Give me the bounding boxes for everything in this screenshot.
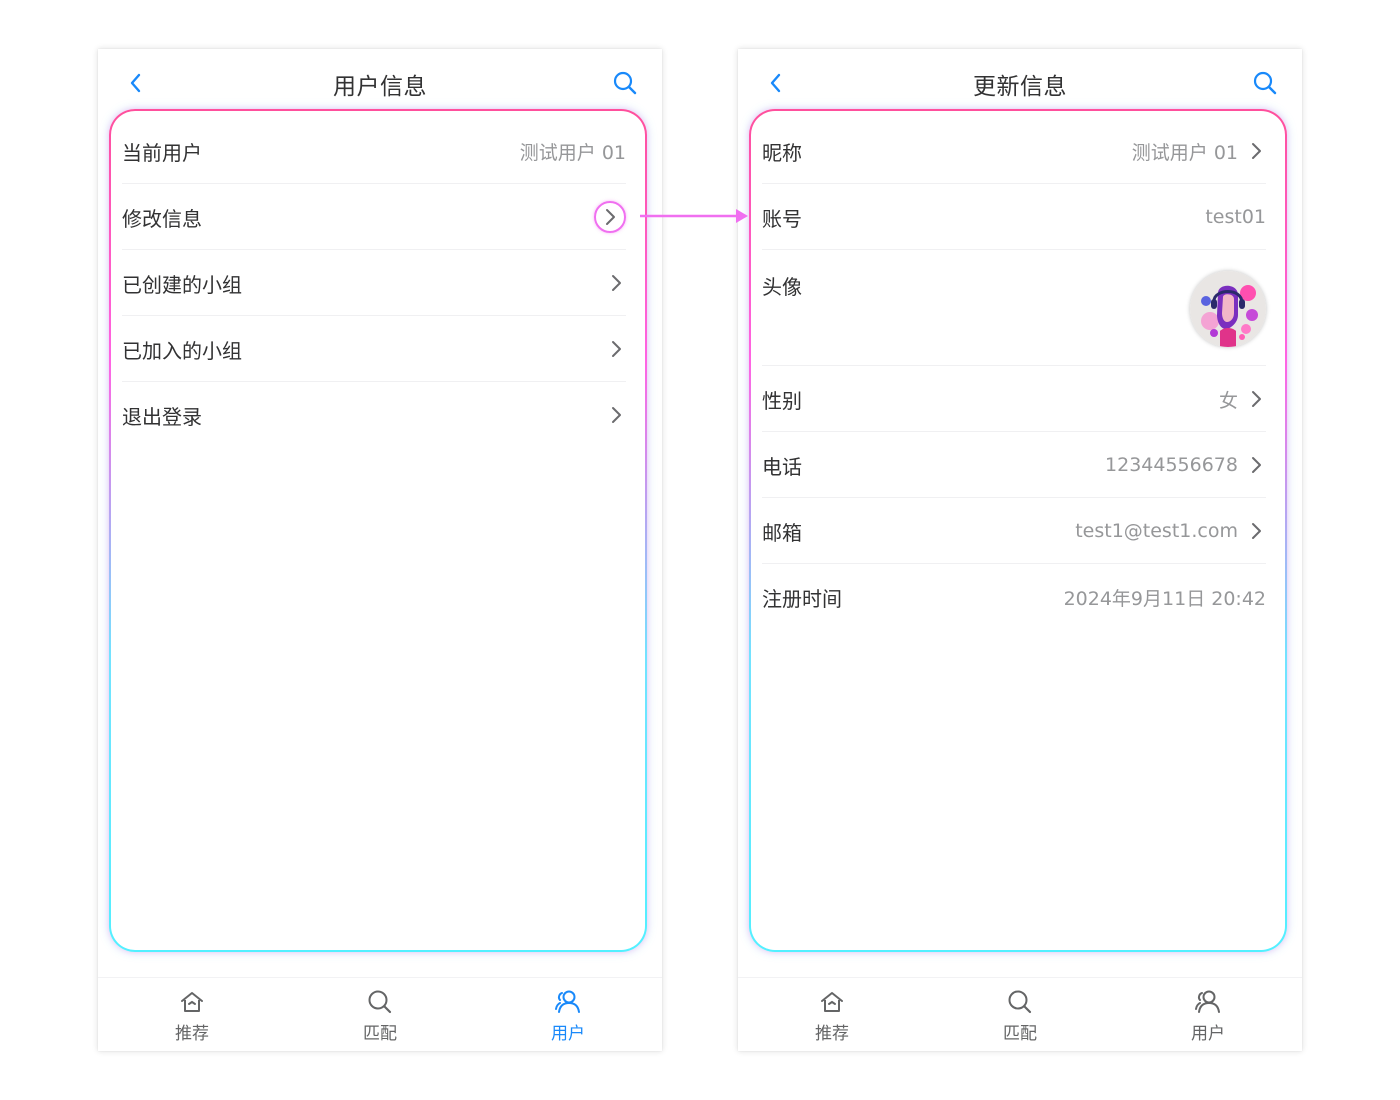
tab-label: 匹配	[1003, 1024, 1037, 1044]
cell-label: 退出登录	[122, 404, 202, 429]
tab-recommend[interactable]: 推荐	[98, 978, 286, 1051]
cell-label: 头像	[762, 275, 802, 299]
page-title: 用户信息	[333, 74, 427, 100]
update-info-screen: 更新信息 昵称 测试用户 01 账号 test01 头像 性别 女 电话 123…	[738, 49, 1302, 1051]
cell-email[interactable]: 邮箱 test1@test1.com	[750, 498, 1278, 564]
user-menu-list: 当前用户 测试用户 01 修改信息 已创建的小组 已加入的小组 退出登录	[110, 118, 638, 448]
tab-label: 推荐	[815, 1024, 849, 1044]
cell-label: 修改信息	[122, 206, 202, 231]
profile-field-list: 昵称 测试用户 01 账号 test01 头像 性别 女 电话 12344556…	[750, 118, 1278, 630]
nav-bar: 用户信息	[98, 49, 662, 115]
nickname-value: 测试用户 01	[1131, 141, 1238, 164]
cell-logout[interactable]: 退出登录	[110, 382, 638, 448]
cell-register-time: 注册时间 2024年9月11日 20:42	[750, 564, 1278, 630]
chevron-right-icon	[1252, 457, 1261, 473]
tab-label: 推荐	[175, 1024, 209, 1044]
tab-user[interactable]: 用户	[474, 978, 662, 1051]
cell-avatar[interactable]: 头像	[750, 250, 1278, 366]
cell-label: 性别	[762, 388, 802, 413]
user-icon	[1195, 990, 1220, 1013]
cell-label: 当前用户	[122, 140, 202, 165]
tab-match[interactable]: 匹配	[286, 978, 474, 1051]
highlight-ring[interactable]	[594, 201, 626, 233]
user-icon	[555, 990, 580, 1013]
cell-label: 电话	[762, 454, 802, 479]
nav-bar: 更新信息	[738, 49, 1302, 115]
search-icon	[1008, 990, 1032, 1014]
avatar[interactable]	[1190, 271, 1266, 347]
tab-label: 用户	[551, 1024, 585, 1044]
email-value: test1@test1.com	[1075, 520, 1238, 542]
chevron-right-icon	[1252, 143, 1261, 159]
register-time-value: 2024年9月11日 20:42	[1063, 587, 1266, 610]
cell-created-groups[interactable]: 已创建的小组	[110, 250, 638, 316]
phone-value: 12344556678	[1105, 454, 1238, 476]
search-icon	[368, 990, 392, 1014]
current-user-value: 测试用户 01	[519, 141, 626, 164]
chevron-right-icon	[612, 275, 621, 291]
tab-bar: 推荐 匹配 用户	[738, 977, 1302, 1051]
cell-label: 注册时间	[762, 586, 842, 611]
cell-label: 账号	[762, 206, 802, 231]
cell-label: 已创建的小组	[122, 272, 242, 297]
tab-match[interactable]: 匹配	[926, 978, 1114, 1051]
user-info-screen: 用户信息 当前用户 测试用户 01 修改信息 已创建的小组 已加入的小组 退出登…	[98, 49, 662, 1051]
cell-edit-info[interactable]: 修改信息	[110, 184, 638, 250]
chevron-right-icon	[606, 209, 615, 225]
gender-value: 女	[1218, 389, 1238, 412]
tab-recommend[interactable]: 推荐	[738, 978, 926, 1051]
home-icon	[821, 992, 843, 1012]
tab-label: 匹配	[363, 1024, 397, 1044]
cell-label: 已加入的小组	[122, 338, 242, 363]
cell-label: 昵称	[762, 140, 802, 165]
cell-current-user: 当前用户 测试用户 01	[110, 118, 638, 184]
tab-bar: 推荐 匹配 用户	[98, 977, 662, 1051]
cell-nickname[interactable]: 昵称 测试用户 01	[750, 118, 1278, 184]
avatar-image	[1190, 271, 1266, 347]
cell-phone[interactable]: 电话 12344556678	[750, 432, 1278, 498]
search-icon[interactable]	[612, 69, 638, 97]
chevron-right-icon	[612, 407, 621, 423]
account-value: test01	[1205, 206, 1266, 228]
cell-label: 邮箱	[762, 520, 802, 545]
chevron-right-icon	[1252, 523, 1261, 539]
cell-gender[interactable]: 性别 女	[750, 366, 1278, 432]
cell-account: 账号 test01	[750, 184, 1278, 250]
cell-joined-groups[interactable]: 已加入的小组	[110, 316, 638, 382]
home-icon	[181, 992, 203, 1012]
tab-label: 用户	[1191, 1024, 1225, 1044]
chevron-right-icon	[1252, 391, 1261, 407]
chevron-right-icon	[612, 341, 621, 357]
search-icon[interactable]	[1252, 69, 1278, 97]
page-title: 更新信息	[973, 74, 1067, 100]
tab-user[interactable]: 用户	[1114, 978, 1302, 1051]
